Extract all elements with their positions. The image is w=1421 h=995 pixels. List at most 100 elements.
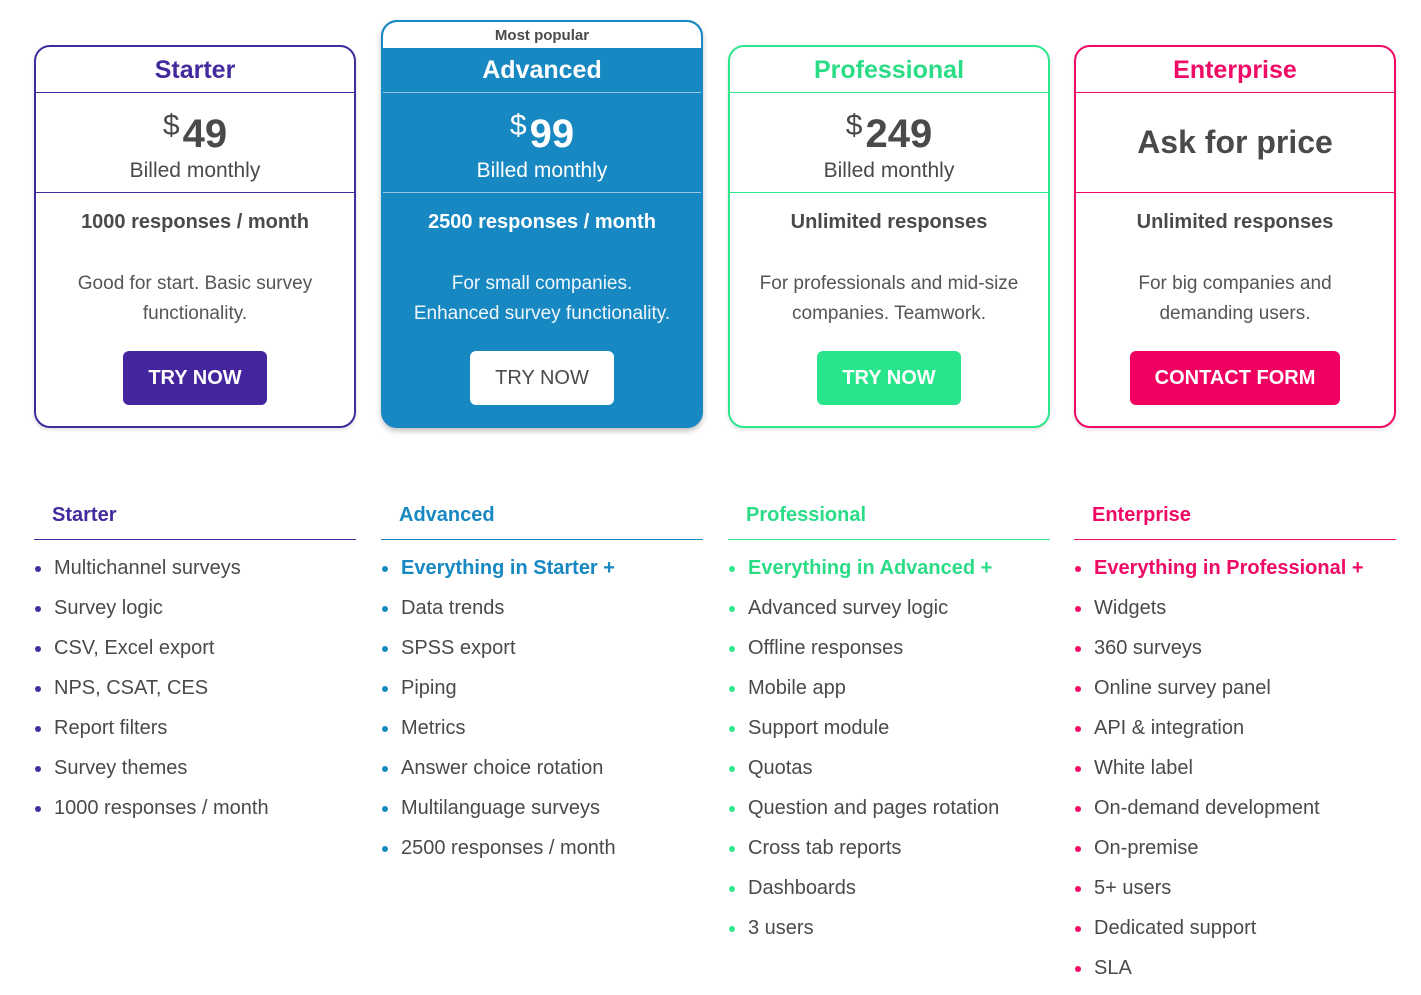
bullet-icon [1075,646,1081,652]
feature-text: Answer choice rotation [401,757,604,779]
feature-item: Survey logic [34,588,356,628]
feature-item: Advanced survey logic [728,588,1050,628]
plan-responses: Unlimited responses [790,211,988,233]
feature-item: Quotas [728,748,1050,788]
feature-item: 360 surveys [1074,628,1396,668]
plan-card-enterprise: Enterprise Ask for price Unlimited respo… [1074,45,1396,428]
feature-item: White label [1074,748,1396,788]
feature-list-heading: Enterprise [1074,500,1396,540]
bullet-icon [729,606,735,612]
feature-text: Online survey panel [1094,677,1271,699]
feature-text: Mobile app [748,677,846,699]
bullet-icon [35,766,41,772]
feature-text: Everything in Starter + [401,557,615,579]
currency-symbol: $ [845,109,863,142]
bullet-icon [382,686,388,692]
bullet-icon [1075,766,1081,772]
description-line: For big companies and [1138,273,1332,294]
plan-card-professional: Professional $249 Billed monthly Unlimit… [728,45,1050,428]
plan-description: For professionals and mid-size companies… [730,269,1048,329]
description-line: Good for start. Basic survey [77,273,313,294]
feature-text: Multichannel surveys [54,557,241,579]
bullet-icon [382,726,388,732]
most-popular-badge: Most popular [383,22,701,48]
feature-text: Advanced survey logic [748,597,949,619]
plan-card-advanced: Most popular Advanced $99 Billed monthly… [381,20,703,428]
feature-text: Everything in Advanced + [748,557,993,579]
feature-text: Widgets [1094,597,1167,619]
bullet-icon [729,686,735,692]
price-block: $49 Billed monthly [36,93,354,192]
bullet-icon [729,886,735,892]
feature-items: Everything in Professional + Widgets 360 s… [1074,548,1396,988]
plan-card-starter: Starter $49 Billed monthly 1000 response… [34,45,356,428]
try-now-button-advanced[interactable]: TRY NOW [470,351,614,405]
description-line: Enhanced survey functionality. [413,303,671,324]
feature-text: Report filters [54,717,168,739]
billing-period: Billed monthly [823,159,955,182]
feature-text: Support module [748,717,890,739]
try-now-button-professional[interactable]: TRY NOW [817,351,961,405]
bullet-icon [1075,686,1081,692]
bullet-icon [382,846,388,852]
feature-item: Metrics [381,708,703,748]
bullet-icon [729,926,735,932]
feature-item: API & integration [1074,708,1396,748]
feature-list-heading: Professional [728,500,1050,540]
feature-text: 1000 responses / month [54,797,269,819]
feature-item: Cross tab reports [728,828,1050,868]
bullet-icon [1075,926,1081,932]
feature-item: SLA [1074,948,1396,988]
bullet-icon [35,726,41,732]
feature-text: Offline responses [748,637,904,659]
billing-period: Billed monthly [476,159,608,182]
plan-responses: Unlimited responses [1136,211,1334,233]
feature-text: Piping [401,677,457,699]
price-block: $249 Billed monthly [730,93,1048,192]
feature-text: 3 users [748,917,814,939]
feature-items: Multichannel surveys Survey logic CSV, Exc… [34,548,356,828]
description-line: demanding users. [1159,303,1311,324]
bullet-icon [729,806,735,812]
contact-form-button[interactable]: CONTACT FORM [1129,351,1341,405]
feature-item: Multilanguage surveys [381,788,703,828]
bullet-icon [382,806,388,812]
feature-item: Online survey panel [1074,668,1396,708]
feature-text: SPSS export [401,637,516,659]
feature-text: 2500 responses / month [401,837,616,859]
bullet-icon [35,646,41,652]
bullet-icon [729,646,735,652]
bullet-icon [35,566,41,572]
plan-description: For big companies and demanding users. [1076,269,1394,329]
feature-item: 1000 responses / month [34,788,356,828]
feature-item: 3 users [728,908,1050,948]
feature-text: On-demand development [1094,797,1320,819]
feature-text: Data trends [401,597,505,619]
feature-item-highlight: Everything in Advanced + [728,548,1050,588]
bullet-icon [35,606,41,612]
feature-item: Offline responses [728,628,1050,668]
bullet-icon [35,686,41,692]
try-now-button-starter[interactable]: TRY NOW [123,351,267,405]
feature-item: Dashboards [728,868,1050,908]
feature-text: White label [1094,757,1193,779]
bullet-icon [729,766,735,772]
bullet-icon [729,566,735,572]
ask-for-price: Ask for price [1137,124,1333,160]
feature-text: 5+ users [1094,877,1172,899]
feature-text: Cross tab reports [748,837,902,859]
feature-text: Everything in Professional + [1094,557,1364,579]
feature-text: Metrics [401,717,466,739]
description-line: For professionals and mid-size [759,273,1019,294]
feature-item: Dedicated support [1074,908,1396,948]
feature-list-advanced: Advanced Everything in Starter + Data tre… [381,500,703,868]
feature-item: Widgets [1074,588,1396,628]
feature-item: NPS, CSAT, CES [34,668,356,708]
currency-symbol: $ [162,109,180,142]
divider [730,192,1048,193]
feature-item: Question and pages rotation [728,788,1050,828]
plan-responses: 1000 responses / month [81,211,309,233]
feature-item: On-demand development [1074,788,1396,828]
plan-title: Starter [154,56,236,84]
price-block: $99 Billed monthly [383,93,701,192]
